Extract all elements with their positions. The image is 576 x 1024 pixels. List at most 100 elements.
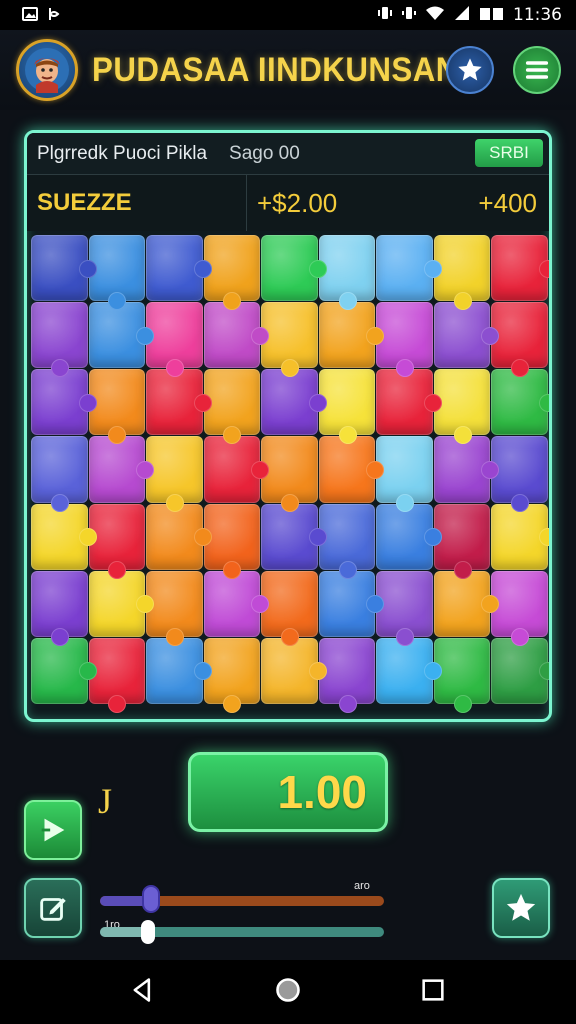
puzzle-piece[interactable] — [433, 302, 500, 369]
puzzle-piece[interactable] — [31, 369, 97, 436]
puzzle-piece-knob — [193, 662, 212, 681]
star-icon — [458, 58, 482, 81]
puzzle-piece[interactable] — [433, 570, 500, 637]
puzzle-piece[interactable] — [88, 503, 146, 579]
puzzle-piece[interactable] — [318, 436, 385, 503]
puzzle-piece[interactable] — [376, 637, 442, 704]
puzzle-piece[interactable] — [261, 570, 318, 646]
puzzle-piece[interactable] — [376, 302, 433, 378]
slider-1-thumb[interactable] — [142, 885, 161, 913]
value-display-button[interactable]: 1.00 — [188, 752, 388, 832]
puzzle-piece-knob — [453, 560, 472, 579]
puzzle-piece[interactable] — [203, 570, 270, 637]
puzzle-piece[interactable] — [203, 302, 270, 369]
puzzle-piece[interactable] — [203, 235, 261, 311]
puzzle-piece[interactable] — [88, 235, 146, 311]
puzzle-piece[interactable] — [31, 302, 88, 378]
puzzle-piece-knob — [453, 292, 472, 311]
puzzle-piece[interactable] — [203, 637, 261, 713]
puzzle-piece[interactable] — [491, 570, 548, 646]
puzzle-piece[interactable] — [146, 235, 212, 302]
puzzle-piece-knob — [165, 627, 184, 646]
system-icons: 11:36 — [377, 5, 562, 25]
back-icon — [133, 978, 150, 1002]
vibrate-icon — [377, 5, 393, 25]
puzzle-piece[interactable] — [318, 570, 385, 637]
puzzle-piece[interactable] — [203, 503, 261, 579]
panel-label: Plgrredk Puoci Pikla — [37, 142, 208, 164]
puzzle-piece[interactable] — [433, 637, 491, 713]
puzzle-piece[interactable] — [146, 570, 203, 646]
puzzle-piece[interactable] — [261, 369, 327, 436]
puzzle-piece[interactable] — [88, 436, 155, 503]
puzzle-piece[interactable] — [261, 436, 318, 512]
home-button[interactable] — [274, 976, 302, 1008]
puzzle-piece[interactable] — [146, 369, 212, 436]
puzzle-piece[interactable] — [261, 235, 327, 302]
back-button[interactable] — [129, 976, 157, 1008]
puzzle-piece[interactable] — [203, 369, 261, 445]
puzzle-piece[interactable] — [318, 503, 376, 579]
puzzle-piece[interactable] — [88, 369, 146, 445]
puzzle-piece[interactable] — [491, 637, 549, 704]
puzzle-piece[interactable] — [88, 570, 155, 637]
puzzle-piece[interactable] — [31, 436, 88, 512]
puzzle-piece[interactable] — [31, 503, 97, 570]
menu-button[interactable] — [513, 46, 561, 94]
puzzle-piece[interactable] — [31, 637, 97, 704]
puzzle-piece[interactable] — [318, 637, 376, 713]
puzzle-piece-knob — [50, 493, 69, 512]
puzzle-piece-knob — [251, 326, 270, 345]
puzzle-piece[interactable] — [376, 436, 433, 512]
puzzle-piece[interactable] — [491, 235, 549, 302]
puzzle-piece-knob — [423, 528, 442, 547]
slider-2-thumb[interactable] — [141, 920, 156, 944]
puzzle-piece[interactable] — [318, 302, 385, 369]
puzzle-piece[interactable] — [261, 637, 327, 704]
puzzle-piece[interactable] — [146, 436, 203, 512]
puzzle-piece[interactable] — [31, 235, 97, 302]
puzzle-piece-knob — [165, 493, 184, 512]
panel-info-bar: Plgrredk Puoci Pikla Sago 00 SRBI — [27, 133, 549, 175]
puzzle-piece[interactable] — [433, 369, 491, 445]
puzzle-piece[interactable] — [88, 637, 146, 713]
puzzle-piece[interactable] — [491, 436, 548, 512]
puzzle-piece[interactable] — [376, 570, 433, 646]
notification-icons — [22, 6, 60, 25]
play-button[interactable] — [24, 800, 82, 860]
puzzle-piece[interactable] — [318, 235, 376, 311]
puzzle-piece[interactable] — [88, 302, 155, 369]
puzzle-piece[interactable] — [261, 302, 318, 378]
puzzle-piece[interactable] — [318, 369, 376, 445]
puzzle-piece-knob — [193, 528, 212, 547]
puzzle-piece[interactable] — [491, 503, 549, 570]
play-icon — [41, 818, 65, 842]
puzzle-piece[interactable] — [376, 503, 442, 570]
puzzle-piece-knob — [538, 259, 549, 278]
puzzle-piece-knob — [366, 326, 385, 345]
puzzle-piece[interactable] — [261, 503, 327, 570]
battery-icon — [479, 5, 505, 25]
wifi-icon — [425, 5, 445, 25]
puzzle-piece[interactable] — [433, 235, 491, 311]
avatar[interactable] — [16, 39, 78, 101]
star-button[interactable] — [492, 878, 550, 938]
puzzle-piece[interactable] — [31, 570, 88, 646]
puzzle-grid[interactable] — [31, 235, 549, 713]
puzzle-piece[interactable] — [203, 436, 270, 503]
recents-button[interactable] — [419, 976, 447, 1008]
puzzle-piece[interactable] — [433, 503, 491, 579]
puzzle-piece[interactable] — [491, 302, 548, 378]
favorite-button[interactable] — [446, 46, 494, 94]
puzzle-piece-knob — [511, 493, 530, 512]
puzzle-piece[interactable] — [491, 369, 549, 436]
puzzle-piece[interactable] — [433, 436, 500, 503]
puzzle-piece[interactable] — [146, 637, 212, 704]
edit-button[interactable] — [24, 878, 82, 938]
score-label: SUEZZE — [27, 175, 247, 231]
puzzle-piece[interactable] — [376, 369, 442, 436]
puzzle-piece[interactable] — [146, 503, 212, 570]
puzzle-piece[interactable] — [146, 302, 203, 378]
panel-badge-button[interactable]: SRBI — [475, 139, 543, 167]
puzzle-piece[interactable] — [376, 235, 442, 302]
